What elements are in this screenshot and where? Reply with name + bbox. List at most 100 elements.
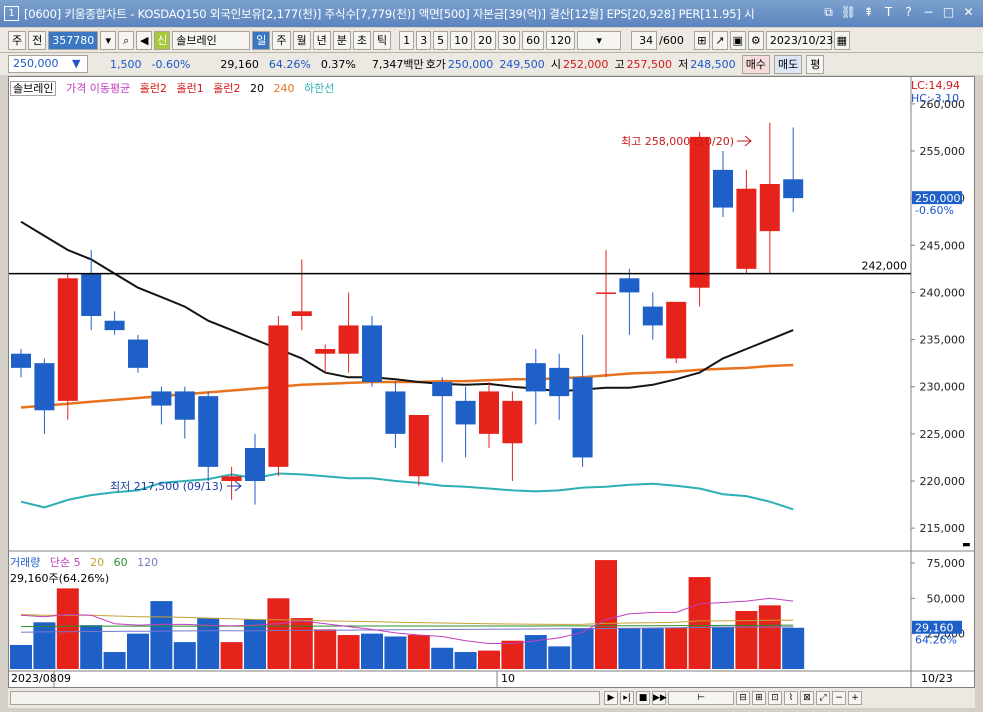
vlegend-item-1[interactable]: 단순 5 <box>50 556 81 569</box>
split-icon[interactable]: ⊡ <box>768 691 782 705</box>
price-change: 1,500 <box>110 57 142 71</box>
minimize-icon[interactable]: − <box>920 4 937 21</box>
candle-body <box>245 448 265 481</box>
text-icon[interactable]: T <box>880 4 897 21</box>
num-button-4[interactable]: 20 <box>474 30 497 50</box>
chart-svg[interactable]: 215,000 220,000 225,000 230,000 235,000 240,0… <box>9 77 974 687</box>
volume-bar <box>454 652 477 669</box>
price-tick-label: 220,000 <box>920 475 966 488</box>
sell-button[interactable]: 매도 <box>773 54 803 74</box>
candle-body <box>689 136 710 288</box>
candle-body <box>525 363 546 392</box>
legend-stock-name[interactable]: 솔브레인 <box>10 81 57 96</box>
volume-bar <box>10 644 32 669</box>
legend-item-2[interactable]: 홀런1 <box>176 82 203 95</box>
num-button-3[interactable]: 10 <box>450 30 473 50</box>
candle-body <box>783 179 804 199</box>
grid-icon[interactable]: ⊞ <box>752 691 766 705</box>
volume-bar <box>33 622 56 669</box>
num-button-2[interactable]: 5 <box>433 30 449 50</box>
restore-icon[interactable]: ⧉ <box>820 4 837 21</box>
xaxis-month-2: 10 <box>501 672 515 685</box>
vlegend-item-4[interactable]: 120 <box>137 556 158 569</box>
period-tab-1[interactable]: 주 <box>272 30 291 50</box>
chart-type-icon[interactable]: ⌇ <box>784 691 798 705</box>
slider-icon[interactable]: ⊢ <box>668 691 734 705</box>
xaxis-end: 10/23 <box>921 672 953 685</box>
stock-name-field[interactable]: 솔브레인 <box>172 30 251 50</box>
period-tab-6[interactable]: 틱 <box>373 30 392 50</box>
layout-icon[interactable]: ⊟ <box>736 691 750 705</box>
legend-item-5[interactable]: 240 <box>273 82 294 95</box>
chart-area[interactable]: 215,000 220,000 225,000 230,000 235,000 240,0… <box>8 76 975 688</box>
volume-bar <box>173 642 196 669</box>
pin-icon[interactable]: ⇞ <box>860 4 877 21</box>
zoom-fit-icon[interactable]: ⊠ <box>800 691 814 705</box>
date-input[interactable]: 2023/10/23 <box>765 30 833 50</box>
num-button-5[interactable]: 30 <box>498 30 521 50</box>
period-tab-5[interactable]: 초 <box>352 30 371 50</box>
volume-bar <box>244 619 266 669</box>
period-tab-3[interactable]: 년 <box>312 30 331 50</box>
period-tab-0[interactable]: 일 <box>252 30 271 50</box>
legend-item-3[interactable]: 홀런2 <box>213 82 240 95</box>
num-button-0[interactable]: 1 <box>399 30 415 50</box>
chart-toolbar: 주 전 357780 ▾ ⌕ ◀ 신 솔브레인 일 주 월 년 분 초 틱 1 … <box>0 28 983 53</box>
count-input[interactable]: 34 <box>631 30 658 50</box>
volume-bar <box>595 560 617 669</box>
tools-icon[interactable]: ⊞ <box>693 30 710 50</box>
volume-bar <box>501 640 524 669</box>
price-tick-label: 235,000 <box>920 334 966 347</box>
bid-price: 249,500 <box>499 57 545 71</box>
eval-button[interactable]: 평 <box>806 54 825 74</box>
stock-code-input[interactable]: 357780 <box>48 30 99 50</box>
legend-item-4[interactable]: 20 <box>250 82 264 95</box>
pane-collapse-icon[interactable]: ▬ <box>962 540 971 550</box>
legend-item-0[interactable]: 가격 이동평균 <box>66 82 130 95</box>
volume-bar <box>618 627 641 669</box>
num-button-7[interactable]: 120 <box>546 30 576 50</box>
play-icon[interactable]: ▶ <box>604 691 618 705</box>
vlegend-item-3[interactable]: 60 <box>114 556 128 569</box>
search-icon[interactable]: ⌕ <box>118 30 135 50</box>
period-tab-2[interactable]: 월 <box>292 30 311 50</box>
hline-label: 242,000 <box>862 260 908 273</box>
help-icon[interactable]: ? <box>900 4 917 21</box>
period-dropdown[interactable]: ▾ <box>577 30 622 50</box>
low-label: 저 <box>678 58 689 71</box>
volume-bar <box>127 633 149 669</box>
vlegend-item-0[interactable]: 거래량 <box>10 556 40 569</box>
legend-item-6[interactable]: 하한선 <box>304 82 334 95</box>
low-annotation: 최저 217,500 (09/13) <box>110 480 223 493</box>
trend-icon[interactable]: ↗ <box>711 30 728 50</box>
num-button-1[interactable]: 3 <box>416 30 432 50</box>
price-tick-label: 225,000 <box>920 428 966 441</box>
fast-forward-icon[interactable]: ▶▶ <box>652 691 667 705</box>
window-title: [0600] 키움종합차트 - KOSDAQ150 외국인보유[2,177(천)… <box>24 6 755 21</box>
link-icon[interactable]: ⛓ <box>840 4 857 21</box>
legend-item-1[interactable]: 홀런2 <box>140 82 167 95</box>
prev-select[interactable]: 전 <box>28 30 47 50</box>
speaker-icon[interactable]: ◀ <box>136 30 153 50</box>
horizontal-scrollbar[interactable] <box>10 691 600 705</box>
settings-icon[interactable]: ⚙ <box>747 30 764 50</box>
step-icon[interactable]: ▸| <box>620 691 634 705</box>
zoom-out-icon[interactable]: − <box>832 691 846 705</box>
save-icon[interactable]: ▣ <box>729 30 746 50</box>
mode-select[interactable]: 주 <box>8 30 27 50</box>
num-button-6[interactable]: 60 <box>522 30 545 50</box>
stop-icon[interactable]: ■ <box>636 691 650 705</box>
maximize-icon[interactable]: □ <box>940 4 957 21</box>
period-tab-4[interactable]: 분 <box>332 30 351 50</box>
buy-button[interactable]: 매수 <box>741 54 770 74</box>
zoom-in-icon[interactable]: + <box>848 691 862 705</box>
candle-body <box>315 349 336 354</box>
close-icon[interactable]: ✕ <box>960 4 977 21</box>
vlegend-item-2[interactable]: 20 <box>90 556 104 569</box>
fullscreen-icon[interactable]: ⤢ <box>816 691 830 705</box>
dropdown-icon[interactable]: ▾ <box>100 30 117 50</box>
candle-body <box>455 400 476 425</box>
window-titlebar: 1 [0600] 키움종합차트 - KOSDAQ150 외국인보유[2,177(… <box>0 0 983 27</box>
volume-bar <box>478 650 500 669</box>
calendar-icon[interactable]: ▦ <box>833 30 850 50</box>
